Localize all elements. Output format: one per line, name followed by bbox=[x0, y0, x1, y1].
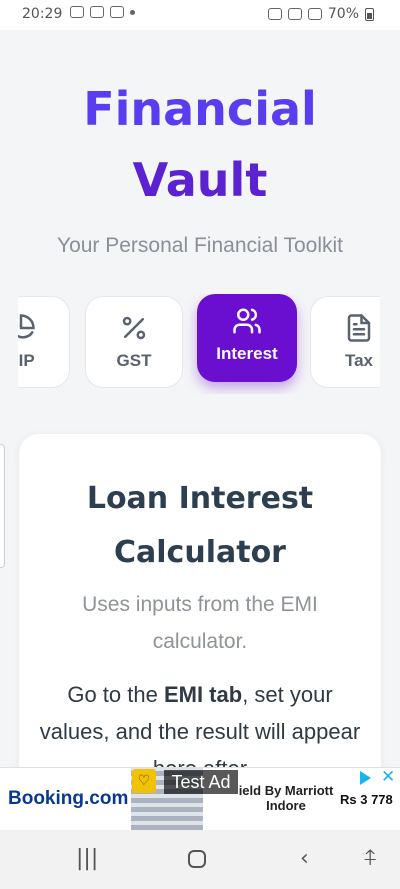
signal-icon bbox=[307, 8, 322, 20]
tab-gst[interactable]: GST bbox=[85, 296, 183, 388]
back-icon[interactable]: ‹ bbox=[300, 846, 309, 871]
calculator-tabs: SIP GST Interest Tax bbox=[18, 294, 380, 394]
status-time: 20:29 bbox=[22, 6, 63, 22]
ad-brand: Booking.com bbox=[8, 788, 129, 809]
home-icon[interactable] bbox=[188, 850, 206, 868]
check-icon bbox=[110, 6, 124, 18]
pie-chart-icon bbox=[18, 314, 35, 339]
app-title-line2: Vault bbox=[132, 153, 268, 207]
tab-label: SIP bbox=[18, 351, 35, 370]
battery-percent: 70% bbox=[327, 6, 359, 22]
test-ad-label: Test Ad bbox=[164, 770, 238, 794]
card-title: Loan Interest Calculator bbox=[86, 481, 314, 570]
card-description: Uses inputs from the EMI calculator. bbox=[82, 593, 318, 653]
document-icon bbox=[347, 314, 371, 342]
side-drawer-handle[interactable] bbox=[0, 444, 5, 568]
wifi-icon bbox=[287, 8, 302, 20]
tab-label: GST bbox=[116, 351, 152, 370]
app-subtitle: Your Personal Financial Toolkit bbox=[56, 234, 343, 257]
alarm-icon bbox=[267, 8, 282, 20]
adchoices-icon[interactable] bbox=[360, 771, 371, 785]
status-bar: 20:29 70% bbox=[0, 0, 400, 30]
ad-price: Rs 3 778 bbox=[340, 792, 393, 807]
tab-tax[interactable]: Tax bbox=[310, 296, 380, 388]
accessibility-icon[interactable]: ⍏ bbox=[364, 846, 377, 871]
tab-interest[interactable]: Interest bbox=[197, 294, 297, 382]
system-nav-bar: ||| ‹ ⍏ bbox=[0, 830, 400, 889]
tab-sip[interactable]: SIP bbox=[18, 296, 70, 388]
video-icon bbox=[90, 6, 104, 18]
notification-icons bbox=[70, 6, 135, 18]
users-icon bbox=[233, 308, 261, 334]
ad-text: ield By Marriott Indore bbox=[238, 783, 334, 813]
app-title-line1: Financial bbox=[83, 82, 317, 136]
recent-apps-icon[interactable]: ||| bbox=[76, 846, 98, 871]
heart-icon[interactable]: ♡ bbox=[132, 769, 156, 793]
tab-label: Tax bbox=[344, 351, 374, 370]
tab-label: Interest bbox=[216, 344, 278, 363]
more-notifications-icon bbox=[130, 9, 135, 15]
app-title: Financial Vault bbox=[0, 82, 400, 207]
battery-icon bbox=[365, 7, 374, 21]
close-icon[interactable]: ✕ bbox=[381, 767, 395, 787]
instructions-prefix: Go to the bbox=[67, 682, 164, 707]
weather-icon bbox=[70, 6, 84, 18]
instructions-emi-tab: EMI tab bbox=[163, 682, 243, 707]
percent-icon bbox=[122, 316, 146, 340]
ad-banner[interactable]: Booking.com ♡ Test Ad ield By Marriott I… bbox=[0, 767, 400, 831]
system-icons: 70% bbox=[267, 6, 374, 22]
